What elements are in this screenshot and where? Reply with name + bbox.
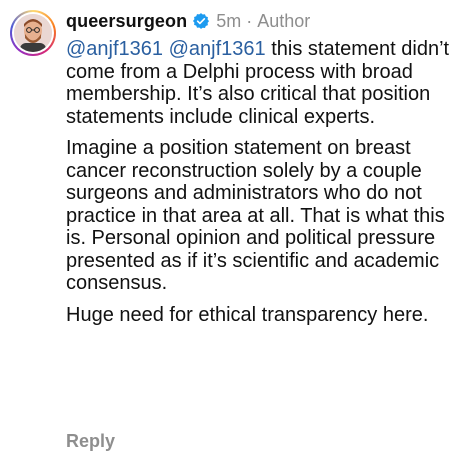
verified-badge-icon bbox=[192, 12, 210, 30]
mention-link[interactable]: @anjf1361 bbox=[169, 38, 266, 60]
comment-paragraph-3: Huge need for ethical transparency here. bbox=[66, 303, 429, 326]
comment-time: 5m bbox=[216, 10, 242, 31]
comment: queersurgeon 5m · Author @anjf1361 @anjf… bbox=[0, 0, 474, 460]
reply-button[interactable]: Reply bbox=[66, 431, 115, 452]
comment-paragraph-1: @anjf1361 @anjf1361 this statement didn’… bbox=[66, 38, 466, 128]
avatar-story-ring[interactable] bbox=[10, 10, 56, 56]
username[interactable]: queersurgeon bbox=[66, 11, 187, 32]
meta-separator: · bbox=[246, 10, 253, 31]
comment-header: queersurgeon 5m · Author bbox=[66, 8, 466, 34]
avatar-ring-gap bbox=[12, 12, 54, 54]
avatar[interactable] bbox=[14, 14, 52, 52]
mention-link[interactable]: @anjf1361 bbox=[66, 38, 163, 60]
author-label: Author bbox=[257, 10, 311, 31]
comment-content: queersurgeon 5m · Author @anjf1361 @anjf… bbox=[66, 8, 466, 335]
comment-paragraph-2: Imagine a position statement on breast c… bbox=[66, 137, 445, 294]
comment-body: @anjf1361 @anjf1361 this statement didn’… bbox=[66, 38, 466, 326]
